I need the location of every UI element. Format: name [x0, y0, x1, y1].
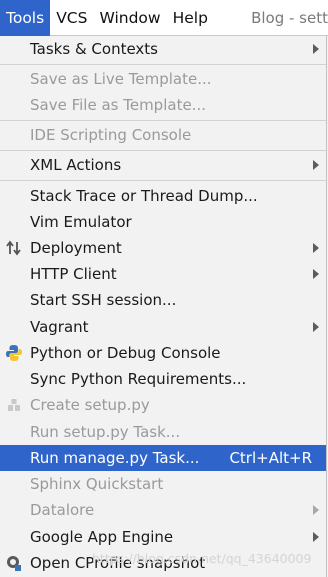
- menu-item-label: Sphinx Quickstart: [30, 475, 164, 493]
- menu-item-label: Datalore: [30, 501, 95, 519]
- menu-separator: [0, 120, 326, 121]
- menu-item-label: XML Actions: [30, 156, 122, 174]
- menu-separator: [0, 64, 326, 65]
- menu-item-label: Python or Debug Console: [30, 344, 221, 362]
- menu-item-create-setup[interactable]: Create setup.py: [0, 392, 326, 418]
- submenu-arrow-icon: [313, 269, 319, 279]
- tools-dropdown-menu: Tasks & Contexts Save as Live Template..…: [0, 36, 327, 577]
- menubar-vcs[interactable]: VCS: [50, 0, 93, 36]
- submenu-arrow-icon: [313, 160, 319, 170]
- menu-item-google-app-engine[interactable]: Google App Engine: [0, 524, 326, 550]
- menu-item-label: HTTP Client: [30, 265, 117, 283]
- menu-separator: [0, 150, 326, 151]
- menu-item-label: Save File as Template...: [30, 96, 206, 114]
- menu-bar: Tools VCS Window Help Blog - sett: [0, 0, 328, 36]
- menu-item-label: Google App Engine: [30, 528, 174, 546]
- menu-item-shortcut: Ctrl+Alt+R: [229, 449, 312, 467]
- menu-item-label: Vim Emulator: [30, 213, 132, 231]
- menu-item-sync-python-requirements[interactable]: Sync Python Requirements...: [0, 366, 326, 392]
- menu-item-datalore[interactable]: Datalore: [0, 497, 326, 523]
- menu-item-run-manage-task[interactable]: Run manage.py Task... Ctrl+Alt+R: [0, 445, 326, 471]
- menu-item-tasks-contexts[interactable]: Tasks & Contexts: [0, 36, 326, 62]
- deployment-icon: [4, 238, 24, 258]
- menubar-help[interactable]: Help: [167, 0, 214, 36]
- menu-item-save-live-template[interactable]: Save as Live Template...: [0, 66, 326, 92]
- menubar-window[interactable]: Window: [93, 0, 166, 36]
- menu-item-label: Vagrant: [30, 318, 89, 336]
- menubar-help-label: Help: [172, 8, 208, 27]
- menu-item-deployment[interactable]: Deployment: [0, 235, 326, 261]
- submenu-arrow-icon: [313, 243, 319, 253]
- profile-snapshot-icon: [4, 553, 24, 573]
- menu-item-run-setup-task[interactable]: Run setup.py Task...: [0, 419, 326, 445]
- menu-item-label: Sync Python Requirements...: [30, 370, 247, 388]
- menu-item-vagrant[interactable]: Vagrant: [0, 314, 326, 340]
- menubar-vcs-label: VCS: [56, 8, 88, 27]
- menu-item-label: Deployment: [30, 239, 122, 257]
- python-icon: [4, 343, 24, 363]
- menu-item-vim-emulator[interactable]: Vim Emulator: [0, 209, 326, 235]
- menu-item-start-ssh[interactable]: Start SSH session...: [0, 287, 326, 313]
- menu-item-label: IDE Scripting Console: [30, 126, 192, 144]
- menubar-window-label: Window: [99, 8, 161, 27]
- submenu-arrow-icon: [313, 505, 319, 515]
- submenu-arrow-icon: [313, 322, 319, 332]
- submenu-arrow-icon: [313, 532, 319, 542]
- menu-item-label: Tasks & Contexts: [30, 40, 158, 58]
- submenu-arrow-icon: [313, 44, 319, 54]
- menu-item-sphinx-quickstart[interactable]: Sphinx Quickstart: [0, 471, 326, 497]
- package-icon: [4, 395, 24, 415]
- menu-item-label: Create setup.py: [30, 396, 150, 414]
- menu-item-stack-trace[interactable]: Stack Trace or Thread Dump...: [0, 183, 326, 209]
- menu-separator: [0, 180, 326, 181]
- project-title: Blog - sett: [251, 8, 328, 27]
- menubar-tools-label: Tools: [6, 8, 45, 27]
- menu-item-label: Run setup.py Task...: [30, 423, 181, 441]
- menu-item-ide-scripting-console[interactable]: IDE Scripting Console: [0, 122, 326, 148]
- menu-item-label: Run manage.py Task...: [30, 449, 200, 467]
- menu-item-http-client[interactable]: HTTP Client: [0, 261, 326, 287]
- menu-item-xml-actions[interactable]: XML Actions: [0, 152, 326, 178]
- menubar-tools[interactable]: Tools: [0, 0, 51, 36]
- menu-item-label: Stack Trace or Thread Dump...: [30, 187, 258, 205]
- menu-item-python-console[interactable]: Python or Debug Console: [0, 340, 326, 366]
- menu-item-label: Open CProfile snapshot: [30, 554, 206, 572]
- menu-item-label: Save as Live Template...: [30, 70, 212, 88]
- menu-item-open-cprofile[interactable]: Open CProfile snapshot: [0, 550, 326, 576]
- menu-item-save-file-template[interactable]: Save File as Template...: [0, 92, 326, 118]
- menu-item-label: Start SSH session...: [30, 291, 177, 309]
